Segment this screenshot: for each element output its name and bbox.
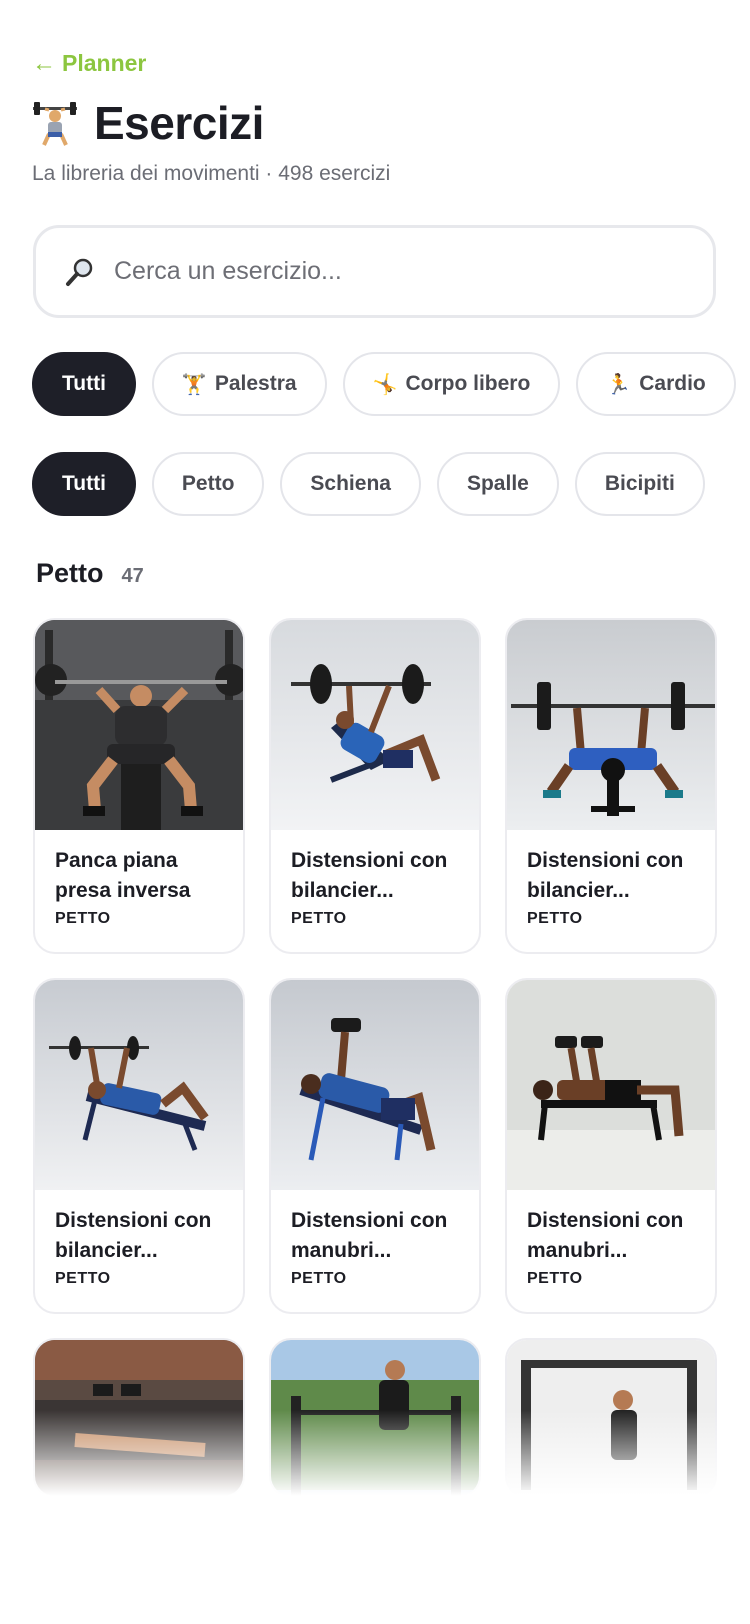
chip-label: Petto xyxy=(181,472,235,495)
search-input[interactable] xyxy=(114,257,674,286)
type-chip-all[interactable]: Tutti xyxy=(32,352,136,416)
exercise-category: PETTO xyxy=(527,910,583,927)
cartwheel-icon: 🤸 xyxy=(372,373,398,396)
section-count: 47 xyxy=(121,565,144,587)
exercise-category: PETTO xyxy=(291,1270,347,1287)
page-header: Esercizi xyxy=(32,96,264,150)
section-title: Petto xyxy=(36,558,104,588)
bottom-fade-overlay xyxy=(0,1410,750,1624)
exercise-card[interactable]: Distensioni con manubri... PETTO xyxy=(505,978,717,1314)
type-chip-gym[interactable]: 🏋 Palestra xyxy=(151,352,327,416)
chip-label: Bicipiti xyxy=(604,472,675,495)
chip-label: Schiena xyxy=(310,472,391,495)
type-chip-bodyweight[interactable]: 🤸 Corpo libero xyxy=(342,352,561,416)
chip-label: Tutti xyxy=(62,472,106,495)
exercise-category: PETTO xyxy=(55,910,111,927)
exercise-photo xyxy=(271,980,479,1190)
exercise-name: Distensioni con manubri... xyxy=(527,1209,684,1262)
back-label: Planner xyxy=(62,50,147,76)
muscle-chip-chest[interactable]: Petto xyxy=(151,452,265,516)
exercise-card[interactable]: Distensioni con bilancier... PETTO xyxy=(33,978,245,1314)
exercise-photo xyxy=(507,980,715,1190)
exercise-photo xyxy=(35,620,243,830)
exercise-category: PETTO xyxy=(55,1270,111,1287)
type-filter-row: Tutti 🏋 Palestra 🤸 Corpo libero 🏃 Cardio xyxy=(32,352,736,416)
exercise-name: Distensioni con manubri... xyxy=(291,1209,448,1262)
section-header: Petto 47 xyxy=(36,558,144,589)
exercise-name: Distensioni con bilancier... xyxy=(291,849,448,902)
weightlifter-icon: 🏋 xyxy=(181,373,207,396)
exercise-name: Distensioni con bilancier... xyxy=(55,1209,212,1262)
chip-label: Tutti xyxy=(62,372,106,395)
exercise-grid: Panca piana presa inversa PETTO Distensi… xyxy=(33,618,717,1498)
chip-label: Spalle xyxy=(466,472,529,495)
exercise-name: Panca piana presa inversa xyxy=(55,849,191,902)
muscle-filter-row: Tutti Petto Schiena Spalle Bicipiti xyxy=(32,452,705,516)
muscle-chip-back[interactable]: Schiena xyxy=(280,452,421,516)
exercise-name: Distensioni con bilancier... xyxy=(527,849,684,902)
arrow-left-icon: ← xyxy=(32,49,56,77)
exercise-photo xyxy=(35,980,243,1190)
exercise-card[interactable]: Panca piana presa inversa PETTO xyxy=(33,618,245,954)
exercise-card[interactable]: Distensioni con bilancier... PETTO xyxy=(269,618,481,954)
exercise-category: PETTO xyxy=(527,1270,583,1287)
chip-label: Corpo libero xyxy=(405,372,531,395)
chip-label: Cardio xyxy=(639,372,706,395)
runner-icon: 🏃 xyxy=(606,373,632,396)
page-subtitle: La libreria dei movimenti · 498 esercizi xyxy=(32,162,391,185)
page-title: Esercizi xyxy=(94,97,264,149)
magnifier-icon xyxy=(66,258,93,286)
type-chip-cardio[interactable]: 🏃 Cardio xyxy=(576,352,736,416)
chip-label: Palestra xyxy=(214,372,297,395)
weightlifter-icon xyxy=(33,102,77,146)
exercise-card[interactable]: Distensioni con manubri... PETTO xyxy=(269,978,481,1314)
muscle-chip-biceps[interactable]: Bicipiti xyxy=(574,452,705,516)
exercise-photo xyxy=(507,620,715,830)
back-link-planner[interactable]: ← Planner xyxy=(32,50,146,77)
search-bar[interactable] xyxy=(33,225,716,318)
exercise-category: PETTO xyxy=(291,910,347,927)
exercise-card[interactable]: Distensioni con bilancier... PETTO xyxy=(505,618,717,954)
muscle-chip-all[interactable]: Tutti xyxy=(32,452,136,516)
muscle-chip-shoulders[interactable]: Spalle xyxy=(436,452,559,516)
exercise-photo xyxy=(271,620,479,830)
